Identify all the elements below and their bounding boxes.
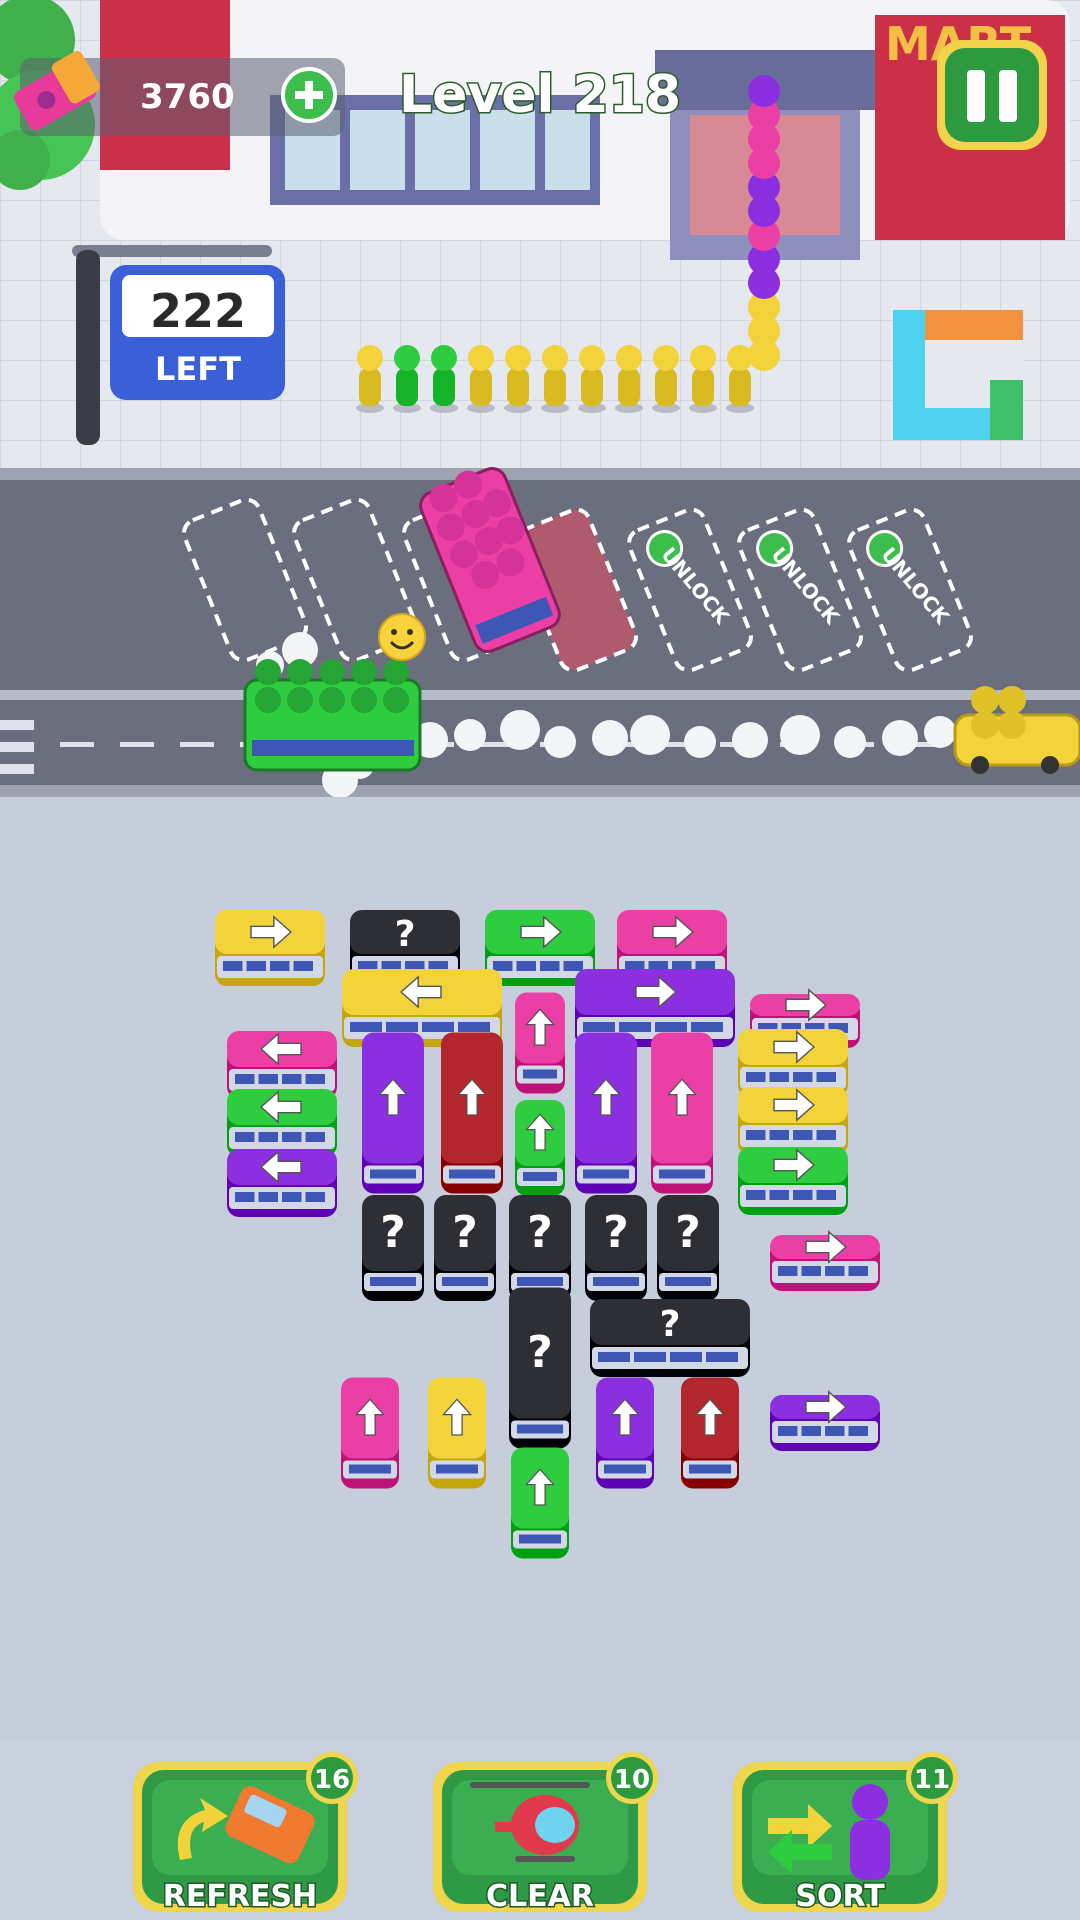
question-mark-icon: ? bbox=[527, 1327, 553, 1378]
vehicle-yellow-van[interactable] bbox=[215, 910, 325, 986]
vehicle-pink-bus[interactable] bbox=[651, 1032, 713, 1194]
vehicle-yellow-van[interactable] bbox=[738, 1087, 848, 1155]
booster-label: REFRESH bbox=[163, 1879, 317, 1914]
vehicle-green-van[interactable] bbox=[227, 1089, 337, 1157]
departing-green-bus bbox=[243, 659, 422, 772]
vehicle-black-bus-hidden[interactable]: ? bbox=[590, 1299, 750, 1377]
happy-face-icon bbox=[378, 613, 426, 661]
road bbox=[0, 470, 1080, 800]
vehicle-purple-bus[interactable] bbox=[362, 1032, 424, 1194]
question-mark-icon: ? bbox=[660, 1304, 681, 1345]
booster-count: 16 bbox=[314, 1765, 350, 1795]
vehicle-yellow-van[interactable] bbox=[738, 1029, 848, 1097]
vehicle-green-van[interactable] bbox=[511, 1447, 569, 1559]
vehicle-purple-van[interactable] bbox=[596, 1377, 654, 1489]
vehicle-green-car[interactable] bbox=[515, 1100, 565, 1196]
level-title: Level 218 bbox=[399, 65, 681, 125]
vehicle-green-van[interactable] bbox=[738, 1147, 848, 1215]
vehicle-black-van-hidden[interactable]: ? bbox=[509, 1195, 571, 1301]
level-shape-icon bbox=[893, 310, 1023, 440]
booster-label: SORT bbox=[795, 1879, 885, 1914]
left-count: 222 bbox=[150, 284, 246, 338]
vehicle-pink-van[interactable] bbox=[227, 1031, 337, 1099]
booster-count-badge: 10 bbox=[606, 1752, 658, 1804]
vehicle-black-bus-hidden[interactable]: ? bbox=[509, 1287, 571, 1449]
question-mark-icon: ? bbox=[380, 1207, 406, 1258]
booster-count-badge: 16 bbox=[306, 1752, 358, 1804]
left-label: LEFT bbox=[155, 350, 241, 388]
pause-button[interactable] bbox=[937, 40, 1047, 150]
vehicle-purple-bus[interactable] bbox=[575, 1032, 637, 1194]
game-scene: MART 222 LEFT 3760 bbox=[0, 0, 1080, 1920]
question-mark-icon: ? bbox=[603, 1207, 629, 1258]
vehicle-pink-car[interactable] bbox=[515, 992, 565, 1094]
question-mark-icon: ? bbox=[452, 1207, 478, 1258]
passenger bbox=[748, 75, 780, 107]
currency-panel: 3760 bbox=[14, 50, 345, 136]
booster-count-badge: 11 bbox=[906, 1752, 958, 1804]
vehicle-purple-van[interactable] bbox=[227, 1149, 337, 1217]
crosswalk bbox=[0, 720, 34, 774]
vehicle-red-bus[interactable] bbox=[441, 1032, 503, 1194]
booster-bar: REFRESH 16 CLEAR 10 SORT 11 bbox=[133, 1752, 958, 1916]
question-mark-icon: ? bbox=[527, 1207, 553, 1258]
clear-booster-button[interactable]: CLEAR 10 bbox=[433, 1752, 658, 1916]
vehicle-purple-car[interactable] bbox=[770, 1391, 880, 1451]
vehicle-black-van-hidden[interactable]: ? bbox=[585, 1195, 647, 1301]
question-mark-icon: ? bbox=[675, 1207, 701, 1258]
booster-label: CLEAR bbox=[486, 1879, 594, 1914]
booster-count: 11 bbox=[914, 1765, 950, 1795]
vehicle-black-van-hidden[interactable]: ? bbox=[362, 1195, 424, 1301]
sort-booster-button[interactable]: SORT 11 bbox=[733, 1752, 958, 1916]
vehicle-red-van[interactable] bbox=[681, 1377, 739, 1489]
booster-count: 10 bbox=[614, 1765, 650, 1795]
vehicle-yellow-van[interactable] bbox=[428, 1377, 486, 1489]
vehicle-pink-van[interactable] bbox=[341, 1377, 399, 1489]
add-currency-button[interactable] bbox=[281, 67, 337, 123]
refresh-booster-button[interactable]: REFRESH 16 bbox=[133, 1752, 358, 1916]
vehicle-black-van-hidden[interactable]: ? bbox=[434, 1195, 496, 1301]
question-mark-icon: ? bbox=[395, 914, 416, 955]
currency-amount: 3760 bbox=[140, 77, 235, 117]
vehicle-pink-car[interactable] bbox=[770, 1231, 880, 1291]
vehicle-black-van-hidden[interactable]: ? bbox=[657, 1195, 719, 1301]
